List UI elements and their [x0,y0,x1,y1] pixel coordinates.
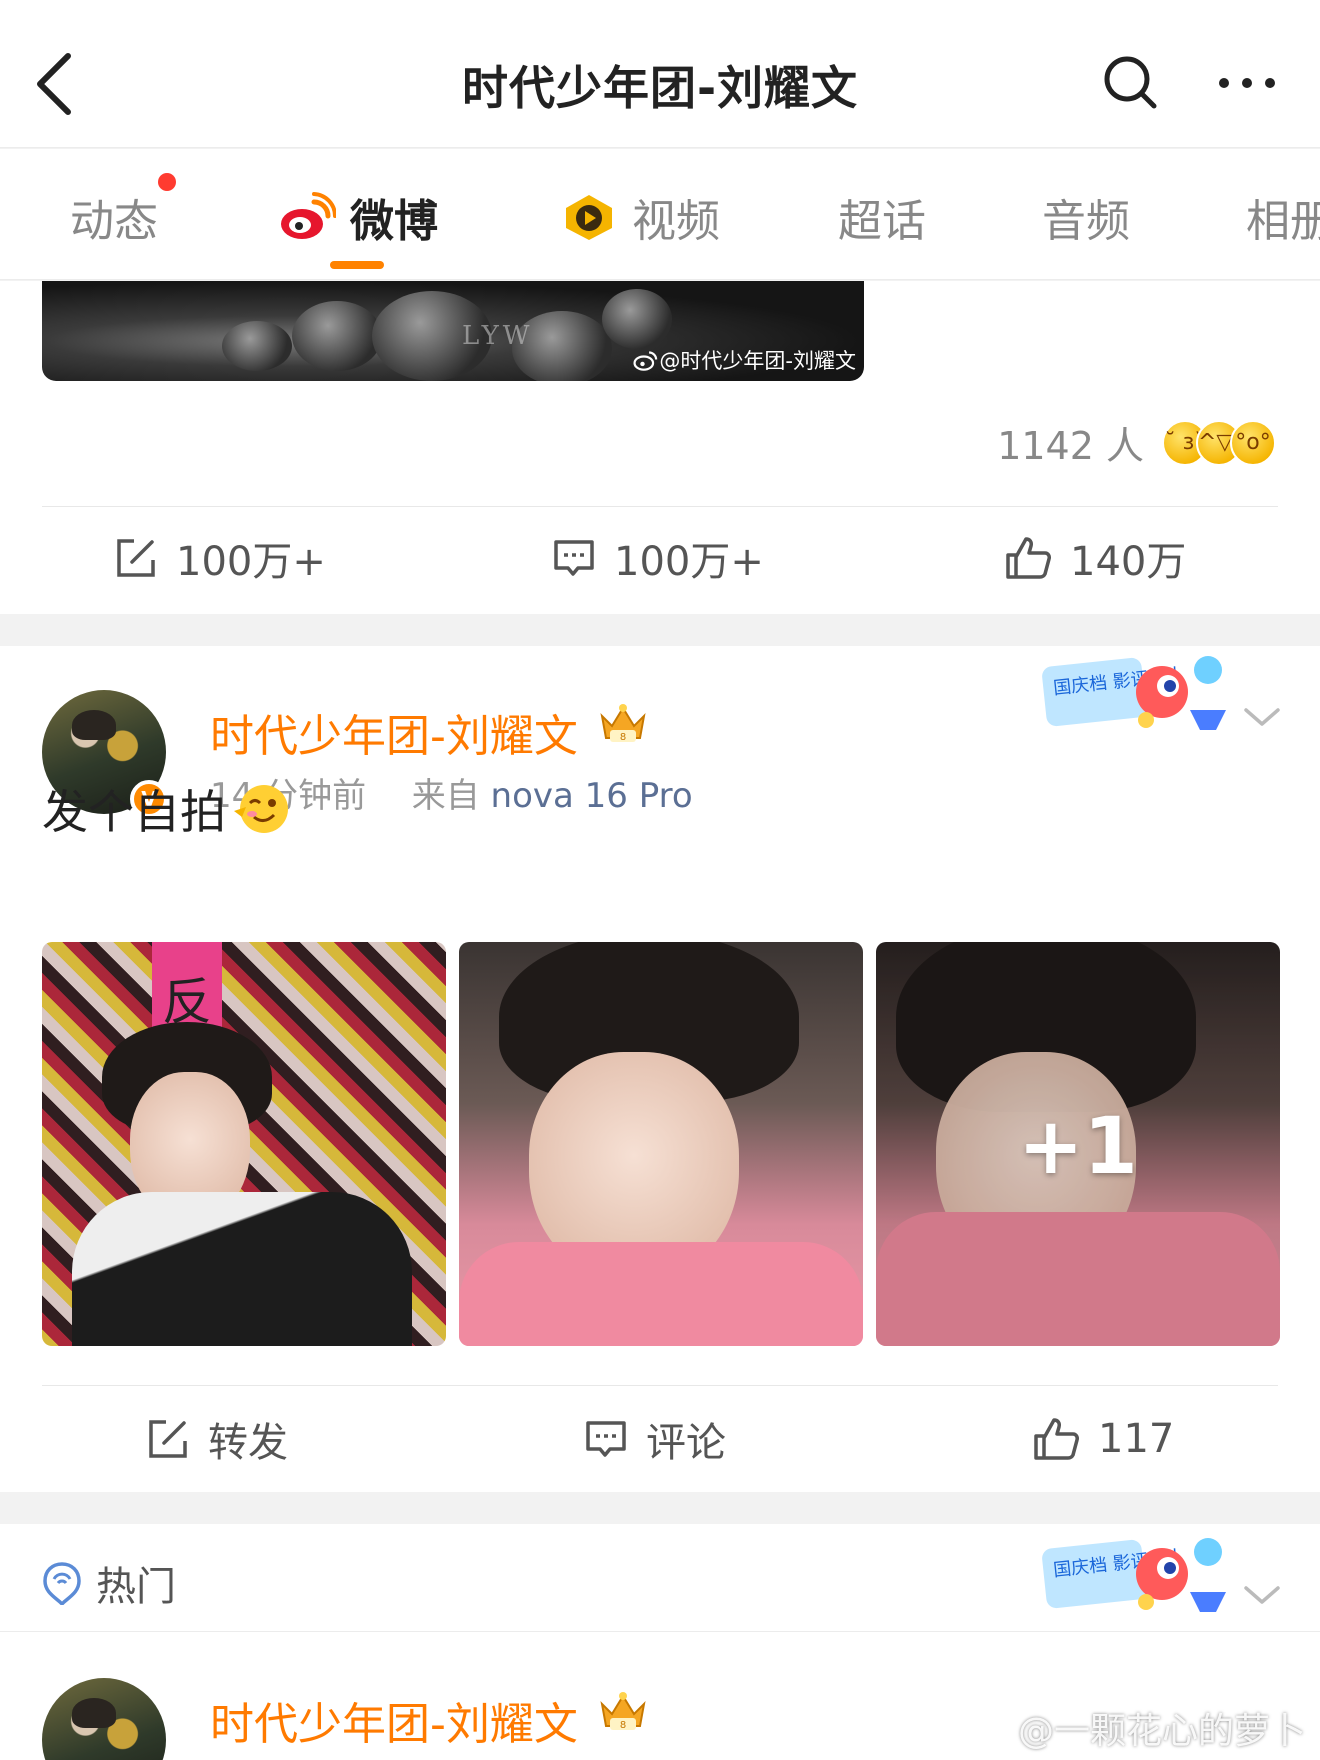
repost-button[interactable]: 100万+ [114,513,326,603]
tab-label: 超话 [838,196,926,247]
divider [42,1385,1278,1386]
like-icon [1034,1418,1079,1460]
post-card: V 时代少年团-刘耀文 8 14 分钟前 来自 nova 16 Pro 国庆档 … [0,646,1320,1492]
tab-audio[interactable]: 音频 [1042,187,1130,247]
tab-label: 动态 [70,196,158,247]
like-icon [1006,537,1051,579]
post-text: 发个自拍 [42,776,292,842]
hot-section-header: 热门 [42,1554,176,1612]
divider [42,506,1278,507]
tab-album[interactable]: 相册 [1246,187,1320,247]
tab-video[interactable]: 视频 [560,187,720,247]
hot-label: 热门 [96,1564,176,1610]
top-nav-bar: 时代少年团-刘耀文 [0,0,1320,148]
chevron-down-icon[interactable] [1242,702,1282,732]
tab-weibo[interactable]: 微博 [278,187,438,247]
watermark-text: @时代少年团-刘耀文 [659,349,856,373]
surprise-emoji-icon: °o° [1230,419,1276,466]
video-icon [560,192,618,242]
tab-super-topic[interactable]: 超话 [838,187,926,247]
tab-label: 音频 [1042,196,1130,247]
reaction-summary[interactable]: 1142 人 ˘ з˘ ^▽^ °o° [997,415,1276,470]
repost-icon [149,1420,187,1458]
repost-count: 100万+ [176,539,326,585]
user-name[interactable]: 时代少年团-刘耀文 [210,1688,578,1752]
promo-badge-icon[interactable]: 国庆档 影评达人 [1040,650,1236,738]
weibo-logo-icon [969,1714,1008,1746]
source-prefix: 来自 [411,776,480,816]
post-source[interactable]: nova 16 Pro [491,776,693,816]
tab-label: 视频 [632,196,720,247]
post-photo[interactable]: 反 [42,942,446,1346]
chevron-down-icon[interactable] [1242,1580,1282,1610]
post-photo[interactable]: +1 [876,942,1280,1346]
svg-text:8: 8 [620,732,626,743]
repost-label: 转发 [208,1420,288,1466]
repost-button[interactable]: 转发 [146,1394,288,1484]
divider [0,1631,1320,1632]
more-button[interactable] [1212,58,1282,108]
search-icon [1104,56,1157,109]
image-watermark: @时代少年团-刘耀文 [633,345,856,375]
like-button[interactable]: 117 [1032,1394,1174,1484]
reaction-count: 1142 人 [997,424,1144,468]
svg-text:8: 8 [620,1720,626,1731]
comment-icon [554,540,594,576]
tab-label: 微博 [350,196,438,247]
repost-icon [117,539,155,577]
image-text: LYW [462,321,534,351]
hot-icon [43,1562,81,1605]
tab-dynamic[interactable]: 动态 [70,187,158,247]
like-count: 117 [1098,1416,1175,1462]
post-text-content: 发个自拍 [42,785,226,839]
watermark-text: @一颗花心的萝卜 [1017,1711,1306,1752]
more-icon [1219,78,1275,88]
action-bar: 100万+ 100万+ 140万 [0,513,1320,603]
comment-label: 评论 [646,1420,726,1466]
action-bar: 转发 评论 117 [0,1394,1320,1484]
comment-count: 100万+ [614,539,764,585]
active-tab-indicator [330,261,384,269]
tab-label: 相册 [1246,196,1320,247]
image-watermark: @一颗花心的萝卜 [968,1702,1306,1754]
more-photos-count: +1 [1018,1102,1138,1192]
avatar[interactable] [42,1678,166,1760]
like-button[interactable]: 140万 [1004,513,1186,603]
crown-icon: 8 [600,1692,646,1731]
like-count: 140万 [1070,539,1187,585]
notification-dot [158,173,176,191]
search-button[interactable] [1100,52,1160,112]
user-name[interactable]: 时代少年团-刘耀文 [210,700,578,764]
comment-button[interactable]: 评论 [584,1394,726,1484]
promo-badge-icon[interactable]: 国庆档 影评达人 [1040,1532,1236,1620]
weibo-logo-icon [278,192,336,242]
post-image[interactable]: LYW @时代少年团-刘耀文 [42,281,864,381]
post-photo[interactable] [459,942,863,1346]
crown-icon: 8 [600,704,646,743]
post-card-previous: LYW @时代少年团-刘耀文 1142 人 ˘ з˘ ^▽^ °o° 100万+ [0,281,1320,614]
comment-button[interactable]: 100万+ [552,513,764,603]
weibo-logo-icon [633,351,658,371]
profile-tabs: 动态 微博 视频 超话 音频 相册 [0,149,1320,280]
wink-emoji-icon [234,785,288,833]
comment-icon [586,1421,626,1457]
